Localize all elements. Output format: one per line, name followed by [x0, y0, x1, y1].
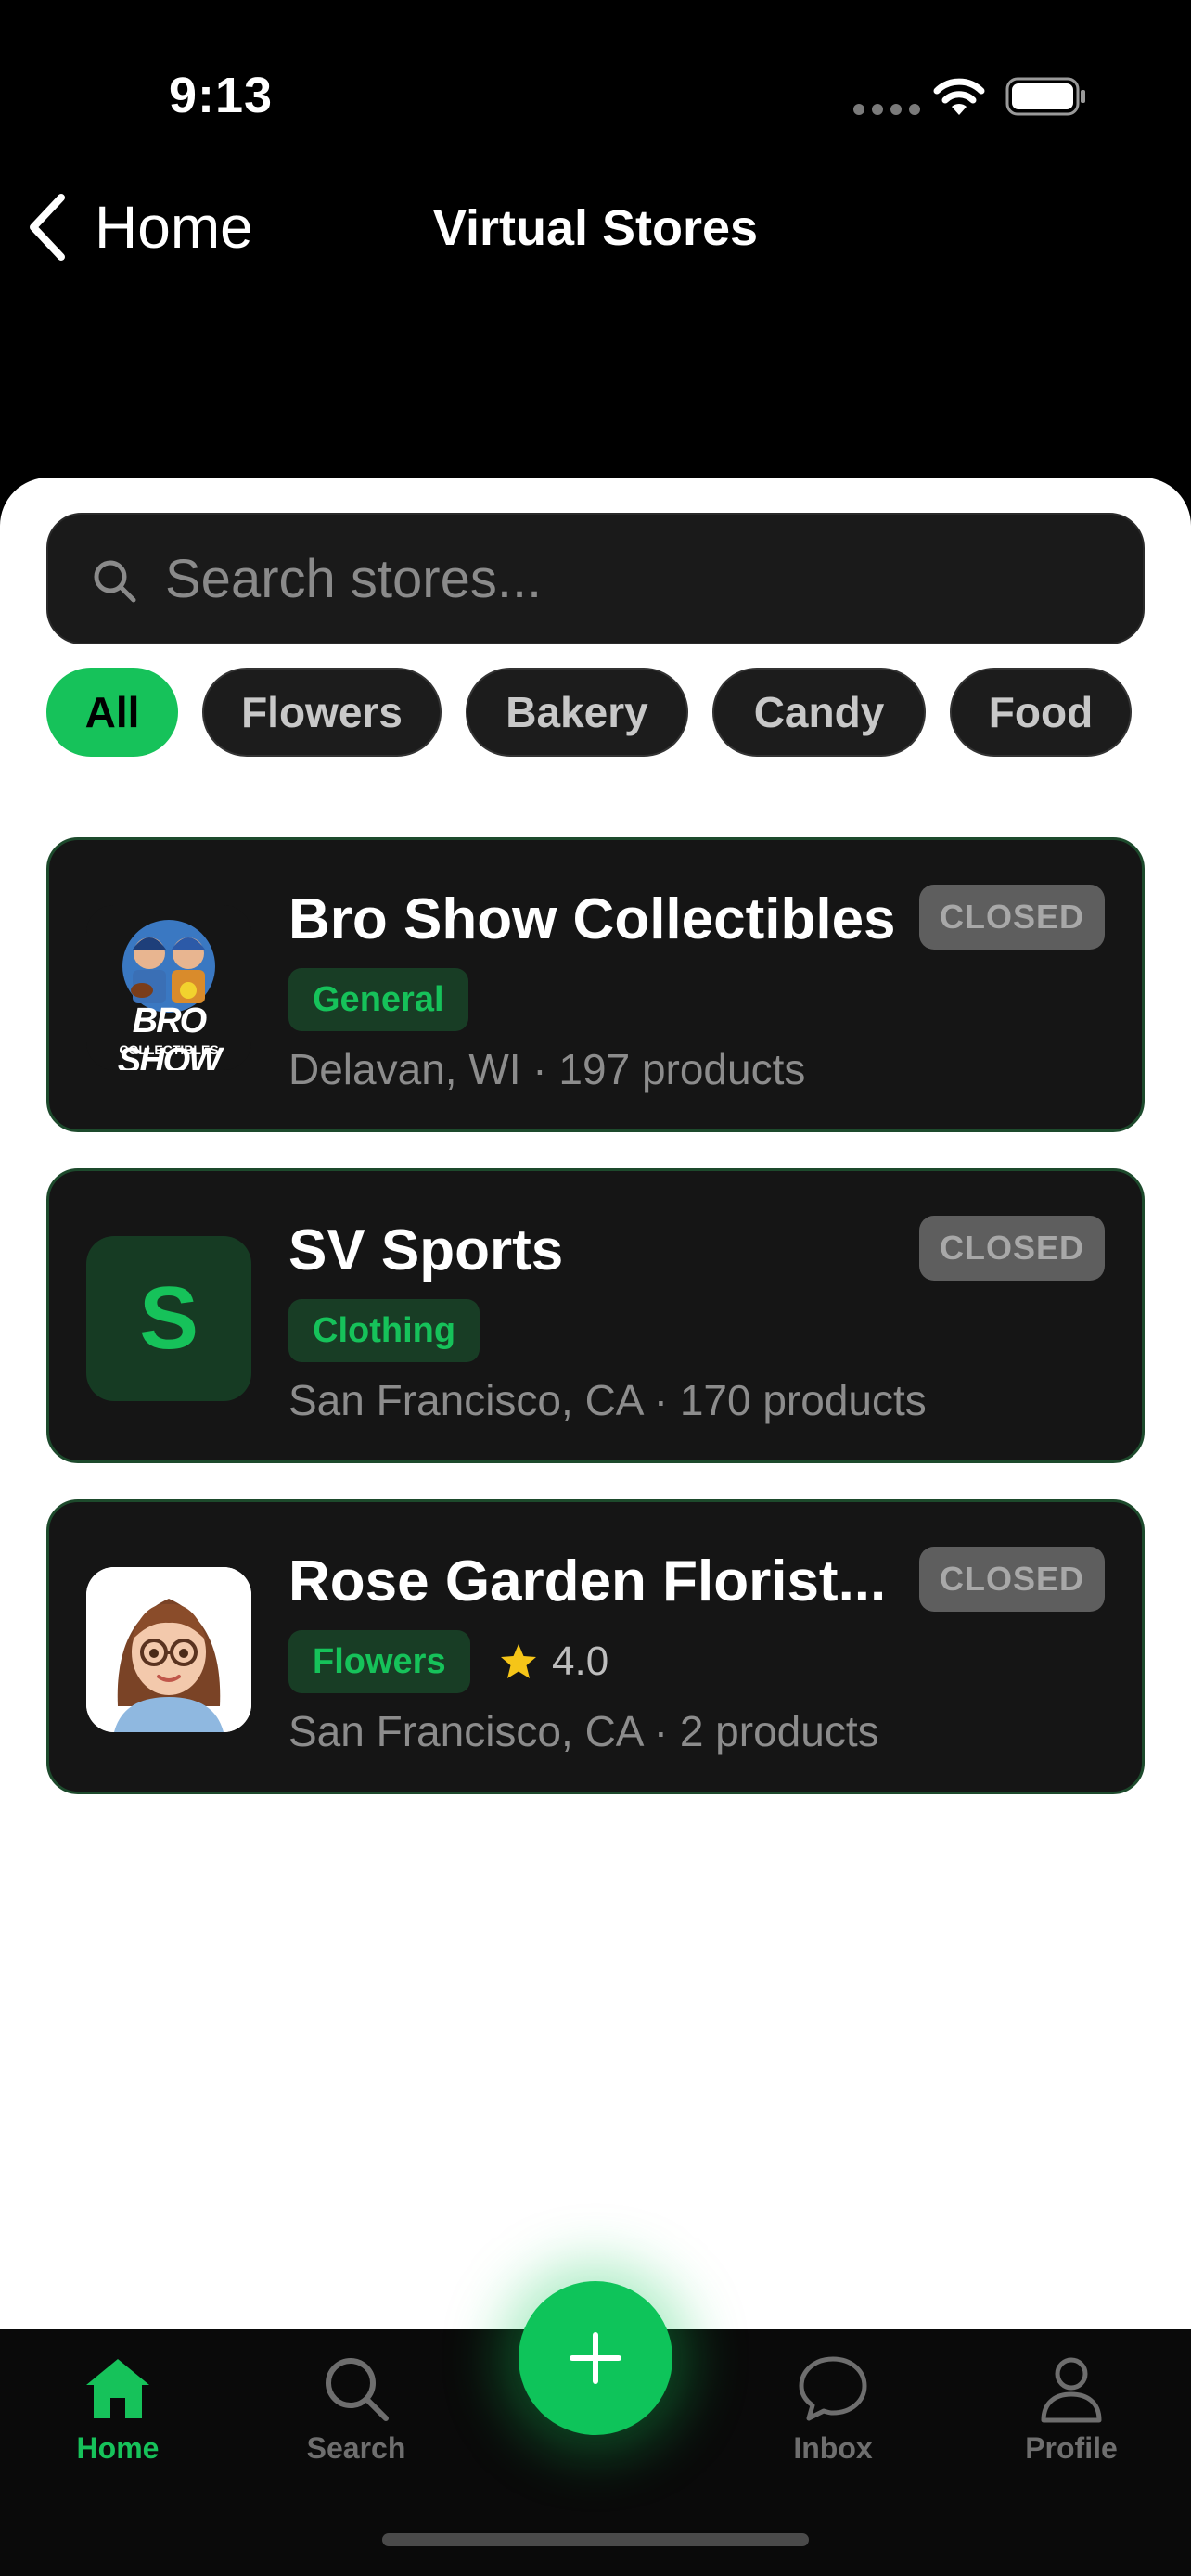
- store-meta: San Francisco, CA · 2 products: [288, 1707, 879, 1755]
- search-icon: [94, 560, 136, 603]
- tab-label: Inbox: [793, 2431, 873, 2465]
- filter-chip-bakery[interactable]: Bakery: [466, 668, 688, 757]
- store-meta: San Francisco, CA · 170 products: [288, 1376, 927, 1424]
- plus-icon: [570, 2332, 621, 2384]
- add-button[interactable]: [519, 2281, 672, 2435]
- search-icon: [326, 2358, 389, 2421]
- store-logo: BRO SHOW COLLECTIBLES: [86, 905, 251, 1070]
- star-icon: [501, 1644, 536, 1678]
- home-indicator: [382, 2533, 809, 2546]
- category-tag: Clothing: [288, 1299, 480, 1362]
- tab-label: Home: [76, 2431, 160, 2465]
- status-badge: CLOSED: [919, 1547, 1105, 1612]
- cellular-signal-icon: [853, 104, 920, 115]
- store-card[interactable]: BRO SHOW COLLECTIBLES Bro Show Collectib…: [46, 837, 1145, 1132]
- filter-chip-food[interactable]: Food: [950, 668, 1132, 757]
- page-title: Virtual Stores: [432, 200, 759, 256]
- tab-label: Profile: [1025, 2431, 1118, 2465]
- house-icon: [86, 2359, 149, 2418]
- tab-search[interactable]: Search: [273, 2352, 440, 2481]
- status-badge: CLOSED: [919, 1216, 1105, 1281]
- search-bar[interactable]: [46, 513, 1145, 644]
- filter-chip-candy[interactable]: Candy: [712, 668, 926, 757]
- filter-chip-all[interactable]: All: [46, 668, 178, 757]
- search-input[interactable]: [165, 515, 1121, 643]
- logo-wordmark: BRO SHOW: [117, 1001, 222, 1070]
- filter-chip-flowers[interactable]: Flowers: [202, 668, 442, 757]
- category-tag: Flowers: [288, 1630, 470, 1693]
- status-time: 9:13: [169, 68, 274, 123]
- store-meta: Delavan, WI · 197 products: [288, 1045, 806, 1093]
- store-name: Rose Garden Florist...: [288, 1549, 887, 1613]
- wifi-icon: [933, 78, 985, 115]
- tab-profile[interactable]: Profile: [988, 2352, 1155, 2481]
- status-badge: CLOSED: [919, 885, 1105, 950]
- chat-bubble-icon: [799, 2356, 867, 2421]
- person-icon: [1041, 2357, 1102, 2423]
- store-rating: 4.0: [498, 1632, 608, 1691]
- tab-label: Search: [306, 2431, 406, 2465]
- logo-subtext: COLLECTIBLES: [119, 1042, 219, 1057]
- tab-home[interactable]: Home: [34, 2352, 201, 2481]
- store-logo: [86, 1567, 251, 1732]
- battery-icon: [1005, 77, 1085, 116]
- category-tag: General: [288, 968, 468, 1031]
- store-name: Bro Show Collectibles: [288, 887, 896, 951]
- store-card[interactable]: Rose Garden Florist... CLOSED Flowers 4.…: [46, 1499, 1145, 1794]
- store-avatar: S: [86, 1236, 251, 1401]
- store-name: SV Sports: [288, 1218, 564, 1282]
- status-bar: 9:13: [0, 0, 1191, 176]
- rating-value: 4.0: [552, 1639, 609, 1684]
- store-card[interactable]: S SV Sports CLOSED Clothing San Francisc…: [46, 1168, 1145, 1463]
- tab-inbox[interactable]: Inbox: [749, 2352, 916, 2481]
